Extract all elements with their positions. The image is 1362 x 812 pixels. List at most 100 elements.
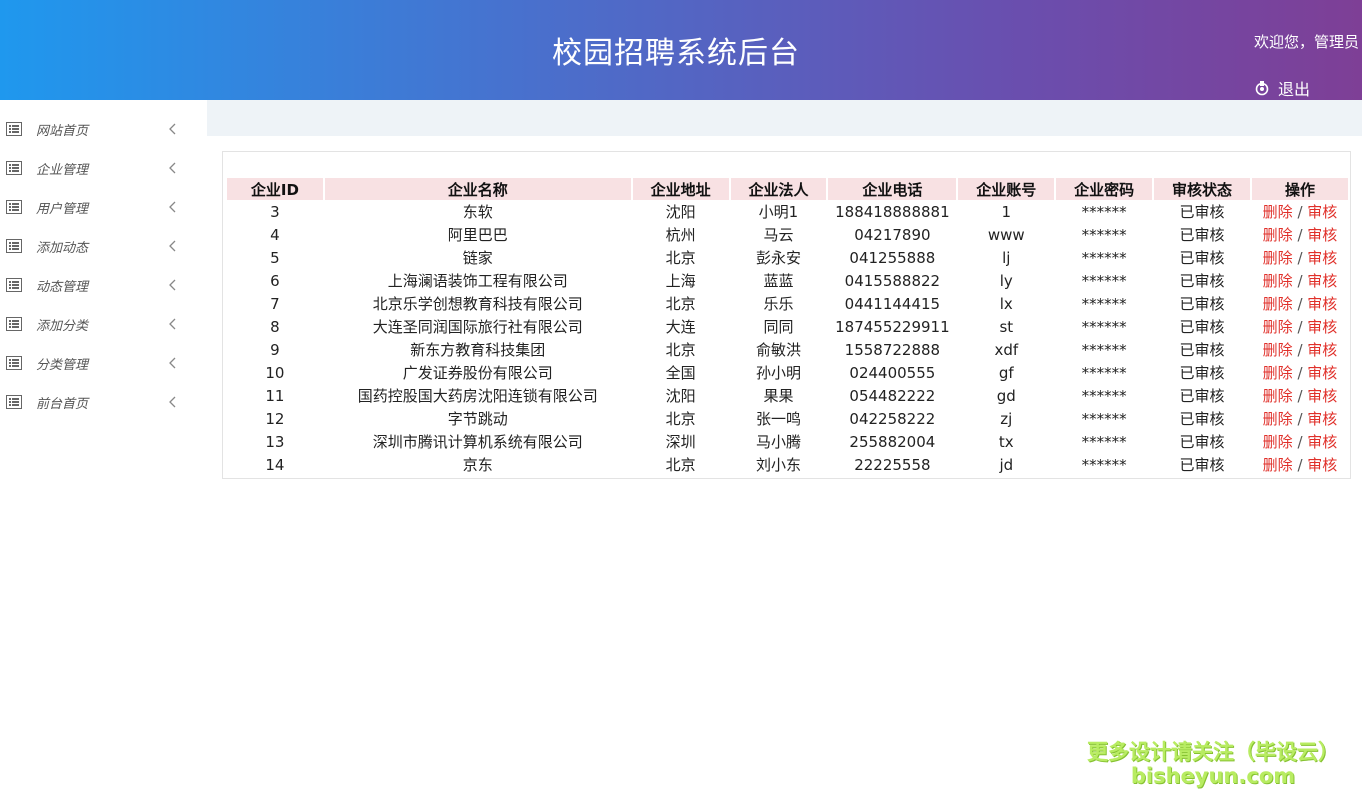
company-name-cell: 东软 [462,203,493,221]
company-legal-cell: 孙小明 [755,364,801,382]
delete-link[interactable]: 删除 [1263,226,1293,244]
company-phone-cell: 188418888881 [835,202,950,221]
sidebar-item-frontend-home[interactable]: 前台首页 [0,384,200,420]
company-name-cell: 国药控股国大药房沈阳连锁有限公司 [357,387,598,405]
column-header: 企业ID [227,178,323,200]
logout-button[interactable]: 退出 [1254,76,1310,100]
review-link[interactable]: 审核 [1307,272,1337,290]
list-icon [6,161,22,175]
sidebar-item-news-manage[interactable]: 动态管理 [0,267,200,303]
action-separator: / [1297,456,1303,474]
column-header: 企业地址 [632,178,729,200]
delete-link[interactable]: 删除 [1263,318,1293,336]
company-id-cell: 7 [270,294,280,313]
company-name-cell: 北京乐学创想教育科技有限公司 [372,295,583,313]
company-password-cell: ****** [1081,248,1127,267]
chevron-left-icon [169,318,176,330]
column-header: 企业电话 [828,178,957,200]
delete-link[interactable]: 删除 [1263,295,1293,313]
sidebar-item-company[interactable]: 企业管理 [0,150,200,186]
actions-cell: 删除 / 审核 [1252,430,1348,453]
review-status-cell: 已审核 [1179,318,1225,336]
company-name-cell: 深圳市腾讯计算机系统有限公司 [372,433,583,451]
delete-link[interactable]: 删除 [1263,433,1293,451]
list-icon [6,239,22,253]
company-address-cell: 北京 [665,410,696,428]
company-name-cell: 字节跳动 [447,410,508,428]
company-legal-cell: 果果 [763,387,794,405]
chevron-left-icon [169,123,176,135]
review-link[interactable]: 审核 [1307,295,1337,313]
review-link[interactable]: 审核 [1307,387,1337,405]
delete-link[interactable]: 删除 [1263,341,1293,359]
company-account-cell: gf [998,363,1014,382]
column-header: 企业名称 [324,178,631,200]
table-row: 10 广发证券股份有限公司 全国 孙小明 024400555 gf ****** 已审核 删除 … [227,361,1348,384]
chevron-left-icon [169,357,176,369]
action-separator: / [1297,433,1303,451]
review-link[interactable]: 审核 [1307,249,1337,267]
table-row: 5 链家 北京 彭永安 041255888 lj ****** 已审核 删除 / 审核 [227,246,1348,269]
company-address-cell: 北京 [665,249,696,267]
review-status-cell: 已审核 [1179,203,1225,221]
review-link[interactable]: 审核 [1307,410,1337,428]
review-link[interactable]: 审核 [1307,341,1337,359]
top-header: 校园招聘系统后台 欢迎您，管理员 退出 [0,0,1362,100]
company-address-cell: 沈阳 [665,387,696,405]
table-row: 8 大连圣同润国际旅行社有限公司 大连 同同 187455229911 st ****** 已… [227,315,1348,338]
company-name-cell: 京东 [462,456,493,474]
review-link[interactable]: 审核 [1307,203,1337,221]
delete-link[interactable]: 删除 [1263,387,1293,405]
company-legal-cell: 乐乐 [763,295,794,313]
delete-link[interactable]: 删除 [1263,203,1293,221]
chevron-left-icon [169,201,176,213]
company-phone-cell: 024400555 [849,363,936,382]
company-password-cell: ****** [1081,271,1127,290]
delete-link[interactable]: 删除 [1263,272,1293,290]
delete-link[interactable]: 删除 [1263,456,1293,474]
review-link[interactable]: 审核 [1307,364,1337,382]
company-legal-cell: 小明1 [758,203,799,221]
review-link[interactable]: 审核 [1307,433,1337,451]
company-address-cell: 北京 [665,456,696,474]
company-address-cell: 上海 [665,272,696,290]
actions-cell: 删除 / 审核 [1252,223,1348,246]
company-id-cell: 5 [270,248,280,267]
sidebar-item-users[interactable]: 用户管理 [0,189,200,225]
content-top-band [207,100,1362,136]
list-icon [6,317,22,331]
sidebar-item-add-category[interactable]: 添加分类 [0,306,200,342]
sidebar-item-label: 前台首页 [36,396,89,412]
sidebar-item-home[interactable]: 网站首页 [0,111,200,147]
sidebar-item-label: 添加动态 [36,240,89,256]
company-phone-cell: 054482222 [849,386,936,405]
action-separator: / [1297,226,1303,244]
sidebar-item-category-manage[interactable]: 分类管理 [0,345,200,381]
review-link[interactable]: 审核 [1307,226,1337,244]
company-phone-cell: 041255888 [849,248,936,267]
table-row: 7 北京乐学创想教育科技有限公司 北京 乐乐 0441144415 lx ****** 已审核… [227,292,1348,315]
action-separator: / [1297,318,1303,336]
company-password-cell: ****** [1081,340,1127,359]
delete-link[interactable]: 删除 [1263,410,1293,428]
review-link[interactable]: 审核 [1307,456,1337,474]
welcome-text: 欢迎您，管理员 [1254,33,1360,51]
review-status-cell: 已审核 [1179,226,1225,244]
company-id-cell: 10 [265,363,285,382]
watermark-url: bisheyun.com [1130,764,1296,788]
company-account-cell: 1 [1001,202,1012,221]
sidebar-item-label: 用户管理 [36,201,89,217]
list-icon [6,278,22,292]
actions-cell: 删除 / 审核 [1252,361,1348,384]
action-separator: / [1297,249,1303,267]
company-address-cell: 深圳 [665,433,696,451]
delete-link[interactable]: 删除 [1263,364,1293,382]
sidebar-item-add-news[interactable]: 添加动态 [0,228,200,264]
company-phone-cell: 0415588822 [844,271,941,290]
delete-link[interactable]: 删除 [1263,249,1293,267]
review-link[interactable]: 审核 [1307,318,1337,336]
company-id-cell: 3 [270,202,280,221]
company-name-cell: 链家 [462,249,493,267]
company-legal-cell: 彭永安 [755,249,801,267]
company-address-cell: 杭州 [665,226,696,244]
